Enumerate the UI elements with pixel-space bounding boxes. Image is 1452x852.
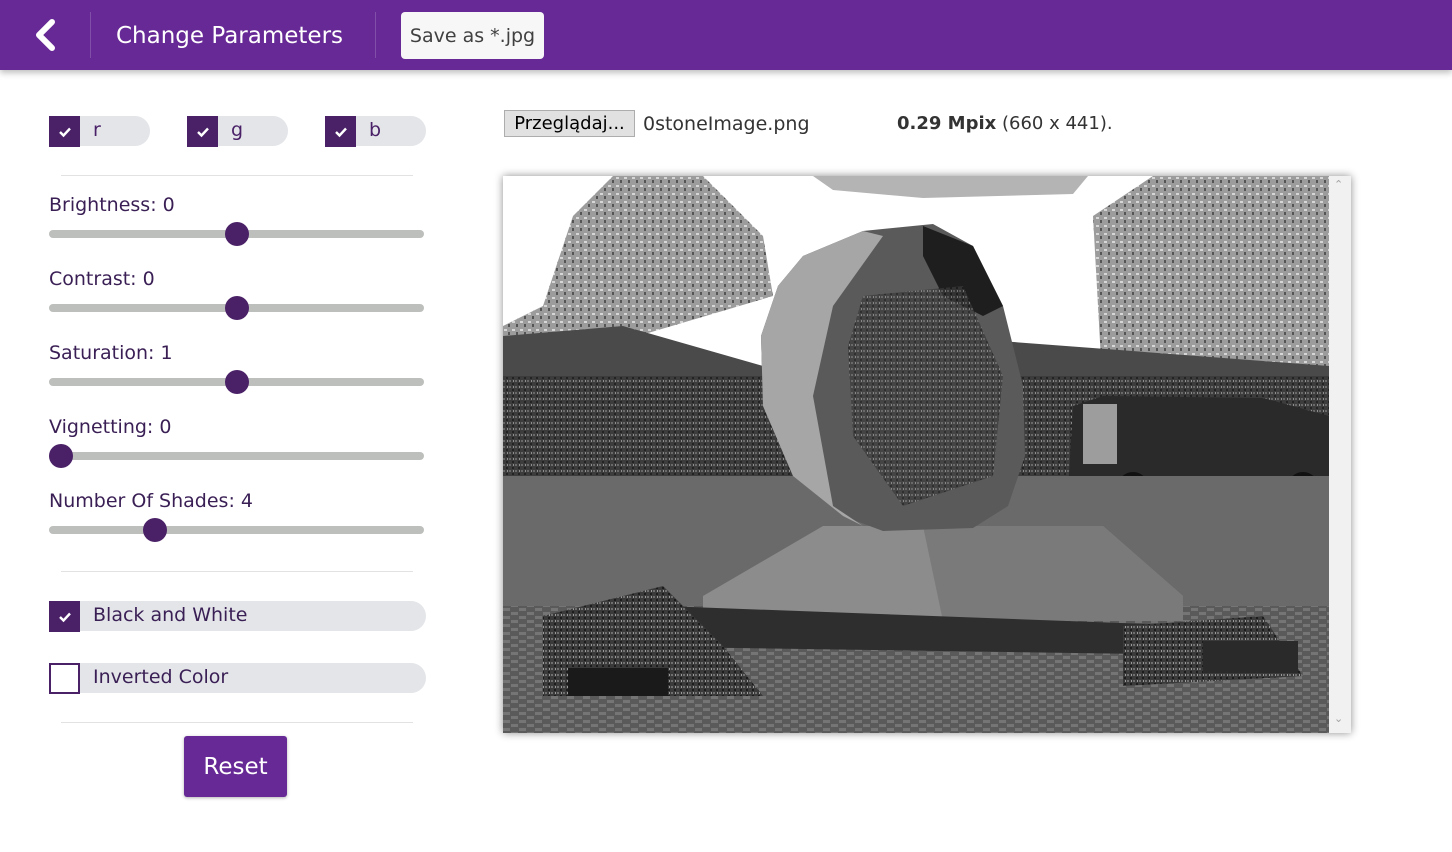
page-title: Change Parameters [116,23,344,49]
back-button[interactable] [0,0,90,70]
checkbox-checked[interactable] [49,601,80,632]
slider-thumb[interactable] [49,444,73,468]
chevron-left-icon [36,19,55,51]
channel-g-toggle[interactable]: g [187,116,288,147]
saturation-label: Saturation: 1 [49,342,173,364]
channel-label: g [231,119,244,141]
channel-b-toggle[interactable]: b [325,116,426,147]
slider-thumb[interactable] [224,370,249,394]
brightness-slider[interactable] [49,222,424,246]
vignetting-label: Vignetting: 0 [49,416,172,438]
browse-file-button[interactable]: Przeglądaj... [504,110,635,137]
checkbox-checked[interactable] [49,116,80,147]
toggle-label: Inverted Color [93,666,229,688]
saturation-slider[interactable] [49,370,424,394]
reset-button[interactable]: Reset [184,736,287,797]
divider [61,175,413,176]
checkbox-checked[interactable] [187,116,218,147]
divider [90,12,91,58]
channel-label: r [93,119,101,141]
slider-thumb[interactable] [142,518,167,542]
slider-thumb[interactable] [224,222,249,246]
pixel-dimensions: (660 x 441). [1002,113,1113,134]
shades-label: Number Of Shades: 4 [49,490,253,512]
checkmark-icon [58,612,71,622]
slider-thumb[interactable] [224,296,249,320]
save-jpg-button[interactable]: Save as *.jpg [401,12,544,59]
vignetting-slider[interactable] [49,444,424,468]
channel-r-toggle[interactable]: r [49,116,150,147]
toggle-label: Black and White [93,604,248,626]
file-name: 0stoneImage.png [643,113,810,135]
checkmark-icon [196,127,209,137]
image-size-info: 0.29 Mpix (660 x 441). [897,113,1113,134]
preview-photo [503,176,1329,733]
contrast-slider[interactable] [49,296,424,320]
divider [61,571,413,572]
shades-slider[interactable] [49,518,424,542]
vertical-scrollbar[interactable]: ⌃ ⌄ [1329,176,1351,733]
image-preview: ⌃ ⌄ [503,176,1351,733]
inverted-color-toggle[interactable]: Inverted Color [49,663,426,694]
divider [61,722,413,723]
contrast-label: Contrast: 0 [49,268,155,290]
top-app-bar: Change Parameters Save as *.jpg [0,0,1452,70]
checkmark-icon [334,127,347,137]
checkbox-checked[interactable] [325,116,356,147]
divider [375,12,376,58]
brightness-label: Brightness: 0 [49,194,175,216]
black-and-white-toggle[interactable]: Black and White [49,601,426,632]
scroll-up-icon[interactable]: ⌃ [1334,178,1343,191]
scroll-down-icon[interactable]: ⌄ [1334,712,1343,725]
channel-toggles: r g b [49,116,426,147]
checkmark-icon [58,127,71,137]
megapixels: 0.29 Mpix [897,113,997,134]
channel-label: b [369,119,382,141]
checkbox-unchecked[interactable] [49,663,80,694]
